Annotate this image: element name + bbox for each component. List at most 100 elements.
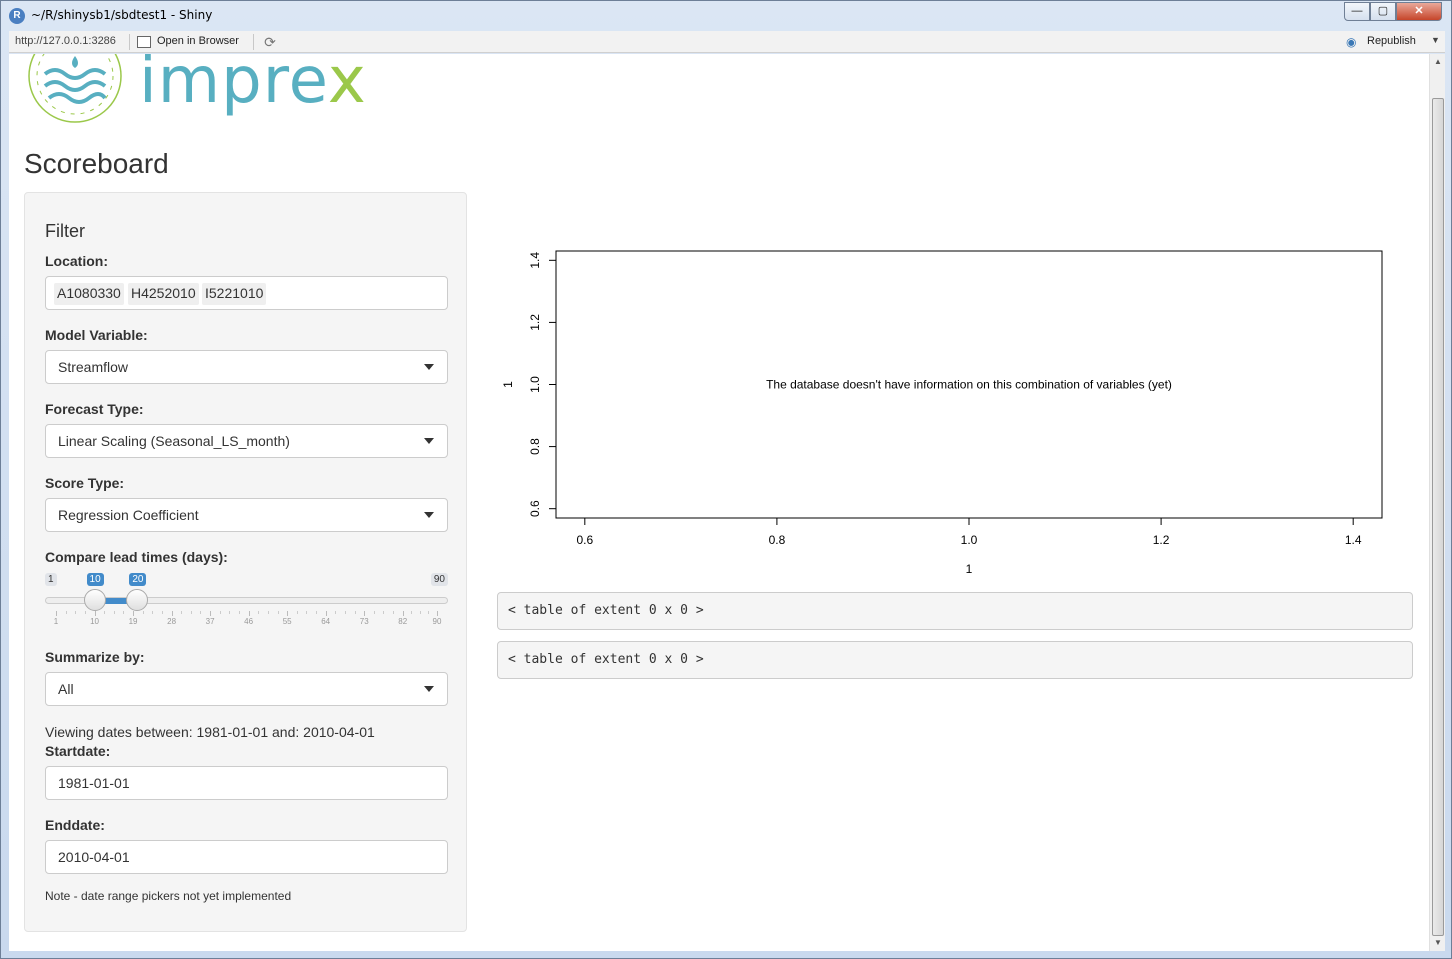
scrollbar-thumb[interactable]	[1432, 98, 1444, 936]
table-output: < table of extent 0 x 0 >	[497, 641, 1413, 679]
slider-tick-label: 73	[359, 617, 369, 626]
refresh-icon[interactable]: ⟳	[262, 34, 278, 50]
location-chip[interactable]: H4252010	[128, 283, 199, 305]
x-tick-label: 1.2	[1153, 533, 1170, 547]
slider-minor-tick	[393, 611, 395, 614]
vertical-scrollbar[interactable]: ▲ ▼	[1429, 54, 1445, 951]
open-in-browser-button[interactable]: Open in Browser	[157, 35, 239, 47]
table-output: < table of extent 0 x 0 >	[497, 592, 1413, 630]
score-type-select[interactable]: Regression Coefficient	[45, 498, 448, 532]
brand-name: imprex	[139, 54, 367, 118]
slider-minor-tick	[267, 611, 269, 614]
chevron-down-icon	[424, 364, 434, 370]
y-tick-label: 1.2	[528, 314, 542, 331]
close-button[interactable]: ✕	[1396, 2, 1442, 21]
slider-minor-tick	[219, 611, 221, 614]
slider-minor-tick	[123, 611, 125, 614]
slider-tick-label: 46	[244, 617, 254, 626]
scroll-down-icon[interactable]: ▼	[1430, 935, 1446, 951]
slider-tick	[402, 611, 404, 616]
startdate-input[interactable]: 1981-01-01	[45, 766, 448, 800]
startdate-value: 1981-01-01	[58, 775, 130, 791]
rstudio-icon: R	[9, 8, 25, 24]
location-chip[interactable]: I5221010	[202, 283, 267, 305]
slider-minor-tick	[306, 611, 308, 614]
imprex-logo	[28, 54, 122, 123]
plot-annotation: The database doesn't have information on…	[766, 378, 1172, 392]
slider-tick	[248, 611, 250, 616]
score-type-label: Score Type:	[45, 475, 125, 491]
slider-minor-tick	[277, 611, 279, 614]
slider-minor-tick	[229, 611, 231, 614]
summarize-by-select[interactable]: All	[45, 672, 448, 706]
x-axis-label: 1	[966, 562, 973, 576]
slider-minor-tick	[316, 611, 318, 614]
slider-to-label: 20	[129, 573, 147, 586]
enddate-label: Enddate:	[45, 817, 105, 833]
viewer-toolbar: http://127.0.0.1:3286 Open in Browser ⟳ …	[9, 31, 1445, 53]
url-label: http://127.0.0.1:3286	[15, 35, 116, 47]
y-tick-label: 0.8	[528, 438, 542, 455]
x-tick-label: 1.0	[961, 533, 978, 547]
slider-minor-tick	[142, 611, 144, 614]
republish-button[interactable]: Republish	[1367, 35, 1416, 47]
slider-minor-tick	[113, 611, 115, 614]
y-axis-label: 1	[501, 381, 515, 388]
slider-from-handle[interactable]	[83, 589, 106, 611]
lead-times-slider[interactable]: 1 90 10 20 1 10 19 28 37 46 55 64 73 82 90	[45, 573, 448, 626]
forecast-type-label: Forecast Type:	[45, 401, 144, 417]
model-variable-select[interactable]: Streamflow	[45, 350, 448, 384]
maximize-button[interactable]: ▢	[1370, 2, 1396, 21]
republish-icon[interactable]: ◉	[1346, 35, 1362, 49]
slider-minor-tick	[181, 611, 183, 614]
filter-heading: Filter	[45, 221, 85, 241]
slider-tick-label: 1	[53, 617, 59, 626]
slider-to-handle[interactable]	[126, 589, 149, 611]
scroll-up-icon[interactable]: ▲	[1430, 54, 1446, 70]
score-type-value: Regression Coefficient	[58, 507, 199, 523]
enddate-value: 2010-04-01	[58, 849, 130, 865]
open-in-browser-icon[interactable]	[137, 36, 151, 48]
slider-tick-label: 28	[167, 617, 177, 626]
shiny-app-content: imprex Scoreboard Filter Location: A1080…	[9, 54, 1429, 951]
toolbar-separator	[253, 34, 254, 50]
lead-times-label: Compare lead times (days):	[45, 549, 228, 565]
note-text: Note - date range pickers not yet implem…	[45, 889, 292, 903]
slider-minor-tick	[296, 611, 298, 614]
republish-dropdown-icon[interactable]: ▼	[1431, 35, 1440, 45]
slider-minor-tick	[152, 611, 154, 614]
slider-tick-label: 64	[321, 617, 331, 626]
summarize-by-value: All	[58, 681, 74, 697]
slider-tick	[133, 611, 135, 616]
startdate-label: Startdate:	[45, 743, 111, 759]
y-tick-label: 1.0	[528, 376, 542, 393]
slider-max-label: 90	[430, 573, 448, 586]
forecast-type-value: Linear Scaling (Seasonal_LS_month)	[58, 433, 290, 449]
slider-minor-tick	[419, 611, 421, 614]
slider-tick-label: 55	[282, 617, 292, 626]
chevron-down-icon	[424, 512, 434, 518]
slider-tick-label: 19	[128, 617, 138, 626]
slider-minor-tick	[190, 611, 192, 614]
location-chip[interactable]: A1080330	[54, 283, 124, 305]
slider-minor-tick	[239, 611, 240, 614]
slider-tick-label: 90	[432, 617, 442, 626]
slider-minor-tick	[383, 611, 385, 614]
minimize-button[interactable]: —	[1344, 2, 1370, 21]
slider-tick	[325, 611, 327, 616]
summarize-by-label: Summarize by:	[45, 649, 145, 665]
toolbar-separator	[129, 34, 130, 50]
location-label: Location:	[45, 253, 108, 269]
viewing-dates-text: Viewing dates between: 1981-01-01 and: 2…	[45, 724, 375, 740]
score-plot: 0.6 0.8 1.0 1.2 1.4 0.6 0.8 1.0 1.2 1.4 1 1 The data…	[489, 234, 1429, 594]
forecast-type-select[interactable]: Linear Scaling (Seasonal_LS_month)	[45, 424, 448, 458]
slider-tick	[210, 611, 212, 616]
slider-minor-tick	[200, 611, 202, 614]
slider-min-label: 1	[45, 573, 57, 586]
x-tick-label: 0.6	[576, 533, 593, 547]
y-tick-label: 1.4	[528, 252, 542, 269]
location-select[interactable]: A1080330 H4252010 I5221010	[45, 276, 448, 310]
chevron-down-icon	[424, 686, 434, 692]
enddate-input[interactable]: 2010-04-01	[45, 840, 448, 874]
slider-minor-tick	[344, 611, 346, 614]
